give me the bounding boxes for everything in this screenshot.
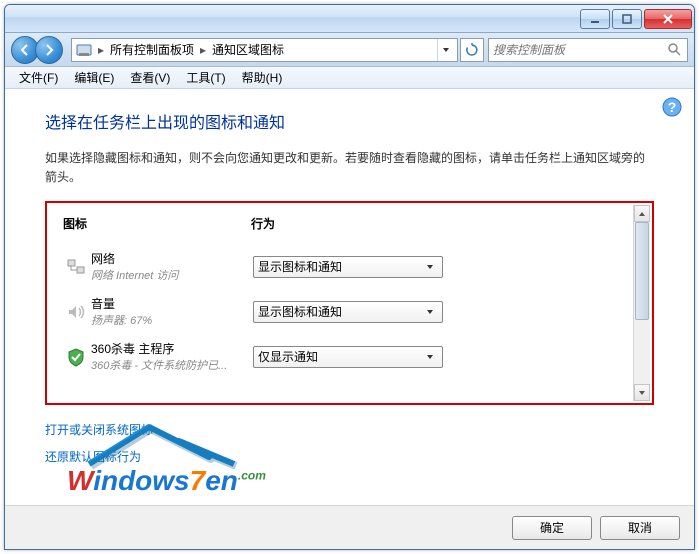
page-description: 如果选择隐藏图标和通知，则不会向您通知更改和更新。若要随时查看隐藏的图标，请单击…	[45, 149, 654, 187]
address-dropdown[interactable]	[437, 39, 453, 61]
menu-view[interactable]: 查看(V)	[122, 67, 178, 88]
scroll-down-button[interactable]	[634, 384, 650, 401]
scroll-track[interactable]	[634, 222, 650, 384]
search-input[interactable]	[493, 43, 667, 57]
list-row-network: 网络 网络 Internet 访问 显示图标和通知	[61, 244, 630, 289]
behavior-select-network[interactable]: 显示图标和通知	[253, 256, 443, 278]
breadcrumb-notification-icons[interactable]: 通知区域图标	[208, 39, 288, 61]
list-row-volume: 音量 扬声器: 67% 显示图标和通知	[61, 289, 630, 334]
control-panel-icon	[76, 42, 92, 58]
menu-bar: 文件(F) 编辑(E) 查看(V) 工具(T) 帮助(H)	[5, 67, 694, 89]
maximize-button[interactable]	[612, 9, 642, 29]
icon-list-frame: 图标 行为 网络 网络 Internet 访问 显示图标和通知	[45, 201, 654, 405]
menu-file[interactable]: 文件(F)	[11, 67, 66, 88]
combo-value: 显示图标和通知	[258, 258, 422, 275]
row-subtitle: 网络 Internet 访问	[91, 267, 253, 283]
scroll-up-button[interactable]	[634, 205, 650, 222]
list-header: 图标 行为	[61, 211, 630, 244]
row-title: 音量	[91, 295, 253, 312]
link-system-icons[interactable]: 打开或关闭系统图标	[45, 421, 153, 438]
address-path[interactable]: ▸ 所有控制面板项 ▸ 通知区域图标	[71, 38, 458, 62]
chevron-right-icon: ▸	[198, 39, 208, 61]
ok-button[interactable]: 确定	[512, 516, 592, 540]
search-box[interactable]	[488, 38, 688, 62]
titlebar	[5, 5, 694, 33]
chevron-down-icon	[422, 263, 438, 271]
list-scrollbar[interactable]	[633, 205, 650, 401]
shield-icon	[61, 347, 91, 367]
list-row-360: 360杀毒 主程序 360杀毒 - 文件系统防护已... 仅显示通知	[61, 334, 630, 379]
address-bar: ▸ 所有控制面板项 ▸ 通知区域图标	[5, 33, 694, 67]
refresh-button[interactable]	[460, 38, 484, 62]
svg-text:?: ?	[668, 99, 677, 115]
row-subtitle: 360杀毒 - 文件系统防护已...	[91, 357, 253, 373]
control-panel-window: ▸ 所有控制面板项 ▸ 通知区域图标 文件(F) 编辑(E) 查看(V) 工具(…	[4, 4, 695, 550]
breadcrumb-all-items[interactable]: 所有控制面板项	[106, 39, 198, 61]
row-title: 360杀毒 主程序	[91, 340, 253, 357]
close-button[interactable]	[644, 9, 692, 29]
search-icon	[667, 42, 683, 58]
minimize-button[interactable]	[580, 9, 610, 29]
chevron-down-icon	[422, 353, 438, 361]
menu-tools[interactable]: 工具(T)	[178, 67, 233, 88]
row-title: 网络	[91, 250, 253, 267]
nav-forward-button[interactable]	[35, 36, 63, 64]
network-icon	[61, 257, 91, 277]
header-action-column: 行为	[251, 215, 630, 232]
chevron-right-icon: ▸	[96, 39, 106, 61]
volume-icon	[61, 302, 91, 322]
combo-value: 显示图标和通知	[258, 303, 422, 320]
scroll-thumb[interactable]	[635, 222, 649, 319]
dialog-footer: 确定 取消	[5, 505, 694, 549]
menu-help[interactable]: 帮助(H)	[234, 67, 291, 88]
chevron-down-icon	[422, 308, 438, 316]
behavior-select-360[interactable]: 仅显示通知	[253, 346, 443, 368]
menu-edit[interactable]: 编辑(E)	[66, 67, 122, 88]
behavior-select-volume[interactable]: 显示图标和通知	[253, 301, 443, 323]
cancel-button[interactable]: 取消	[600, 516, 680, 540]
combo-value: 仅显示通知	[258, 348, 422, 365]
help-icon[interactable]: ?	[662, 97, 682, 117]
content-area: ? 选择在任务栏上出现的图标和通知 如果选择隐藏图标和通知，则不会向您通知更改和…	[5, 89, 694, 501]
link-restore-defaults[interactable]: 还原默认图标行为	[45, 448, 141, 465]
row-subtitle: 扬声器: 67%	[91, 312, 253, 328]
header-icon-column: 图标	[61, 215, 251, 232]
page-title: 选择在任务栏上出现的图标和通知	[45, 109, 654, 133]
